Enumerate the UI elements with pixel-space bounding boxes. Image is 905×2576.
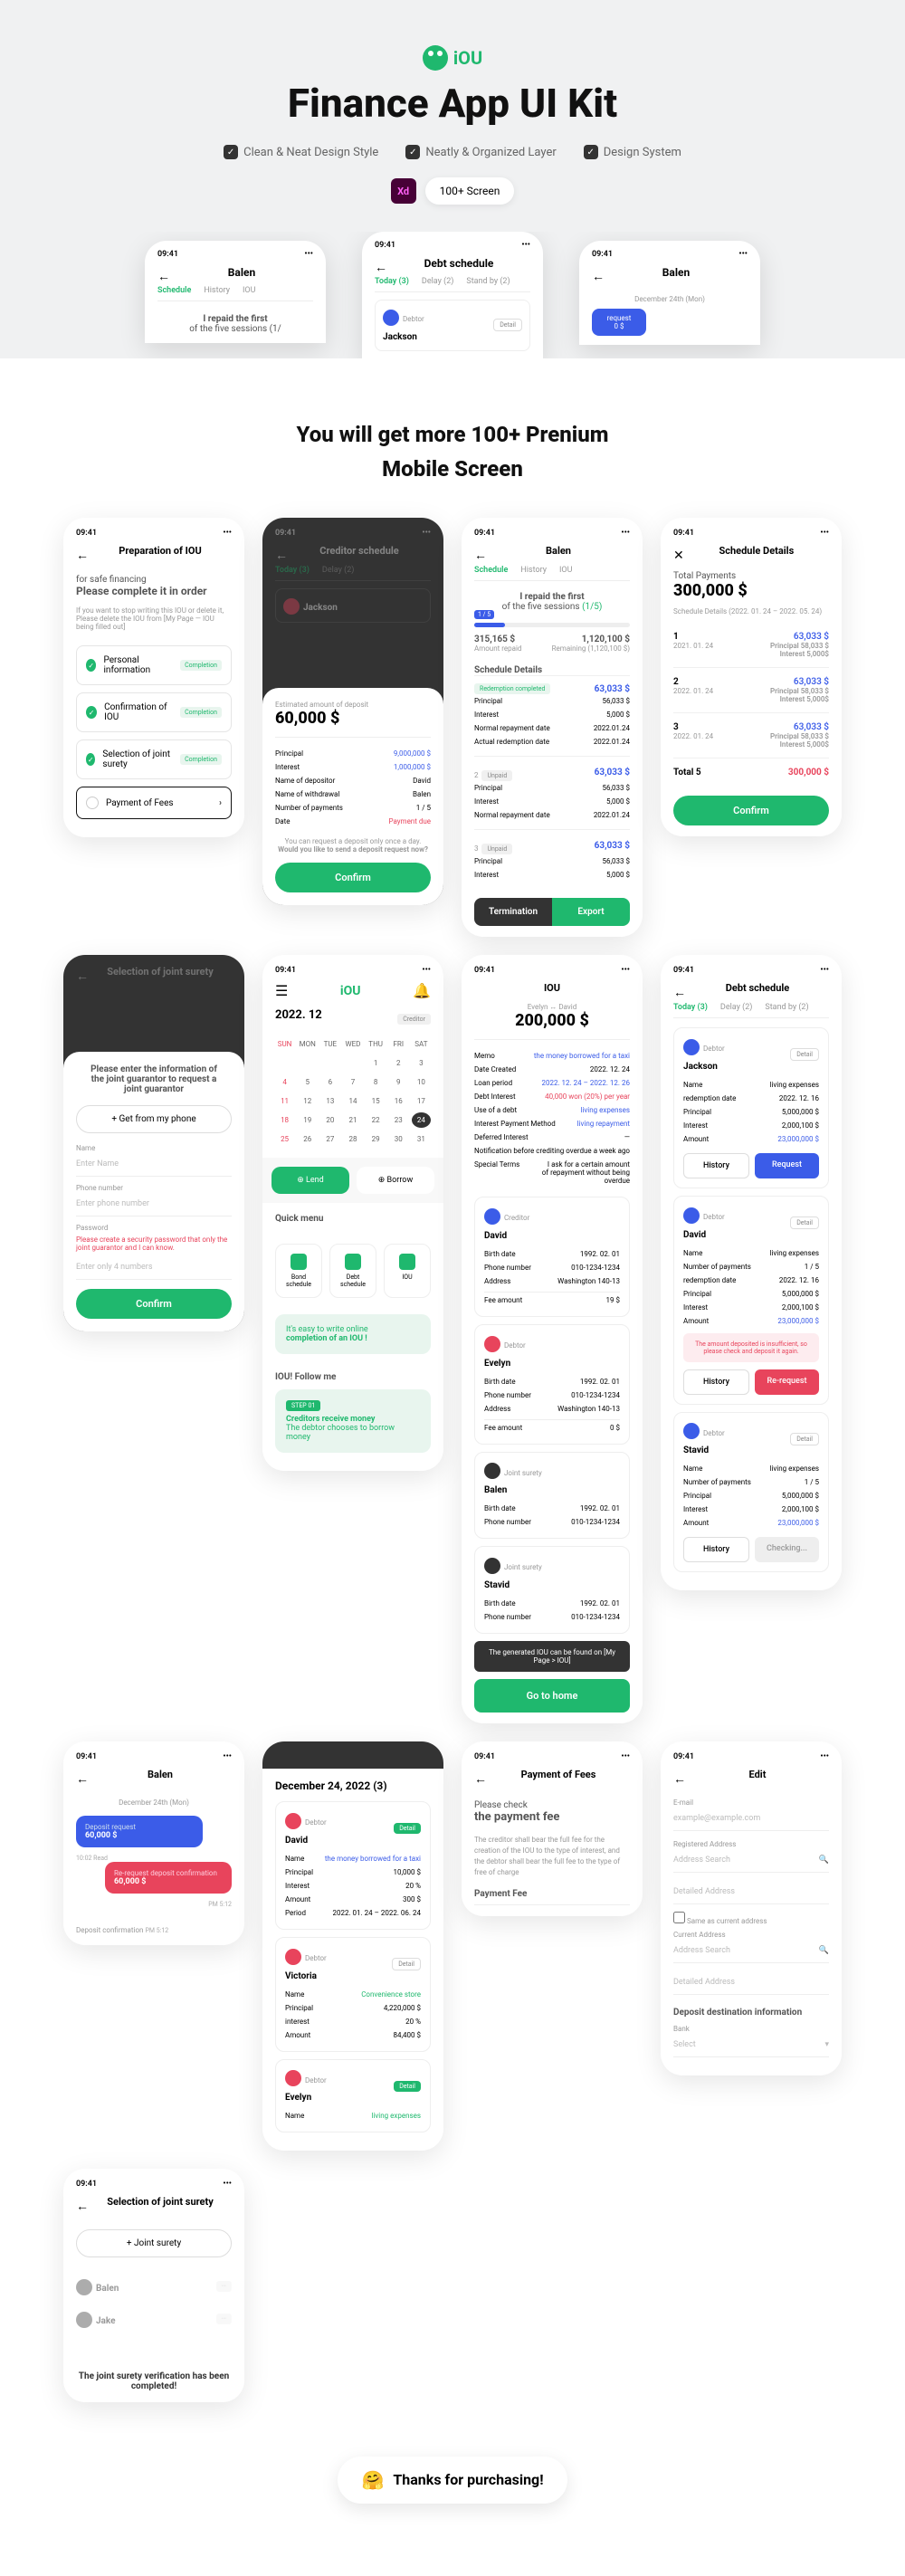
lend-button[interactable]: ⊕ Lend <box>272 1167 349 1194</box>
step-payment[interactable]: Payment of Fees› <box>76 787 232 819</box>
request-button[interactable]: Request <box>755 1153 819 1178</box>
history-button[interactable]: History <box>683 1153 749 1178</box>
screen-edit: 09:41••• ←Edit E-mail example@example.co… <box>661 1741 842 2075</box>
search-icon: 🔍 <box>819 1856 829 1865</box>
hero-phone-center: 09:41••• ←Debt schedule Today (3)Delay (… <box>362 232 543 358</box>
menu-icon[interactable]: ☰ <box>275 982 288 999</box>
banner-completion[interactable]: It's easy to write onlinecompletion of a… <box>275 1314 431 1354</box>
go-home-button[interactable]: Go to home <box>474 1679 630 1713</box>
quick-bond[interactable]: Bond schedule <box>275 1244 322 1298</box>
screen-joint-surety-input: ←Selection of joint surety Please enter … <box>63 955 244 1331</box>
chevron-down-icon: ▾ <box>824 2040 829 2049</box>
subheading-2: Mobile Screen <box>0 456 905 482</box>
screen-balen-schedule: 09:41••• ←Balen ScheduleHistoryIOU I rep… <box>462 518 643 937</box>
screen-iou: 09:41••• IOU Evelyn ↔ David 200,000 $ Me… <box>462 955 643 1723</box>
chat-bubble-right: Re-request deposit confirmation 60,000 $ <box>105 1862 232 1894</box>
screen-count-pill: 100+ Screen <box>425 177 515 205</box>
add-surety-button[interactable]: + Joint surety <box>76 2229 232 2257</box>
detailed-address-input[interactable]: Detailed Address <box>673 1880 829 1904</box>
step-surety[interactable]: ✓Selection of joint suretyCompletion <box>76 739 232 779</box>
logo-mark-icon <box>423 45 448 71</box>
xd-icon: Xd <box>391 178 416 204</box>
checking-button: Checking... <box>755 1537 819 1562</box>
thanks-badge: 🤗 Thanks for purchasing! <box>338 2457 567 2504</box>
confirm-button[interactable]: Confirm <box>76 1289 232 1319</box>
current-address-input[interactable]: Address Search🔍 <box>673 1939 829 1963</box>
same-address-checkbox[interactable] <box>673 1912 685 1923</box>
step-personal[interactable]: ✓Personal informationCompletion <box>76 645 232 685</box>
get-from-phone-button[interactable]: + Get from my phone <box>76 1105 232 1133</box>
screen-chat: 09:41••• ←Balen December 24th (Mon) Depo… <box>63 1741 244 1945</box>
subheading-1: You will get more 100+ Prenium <box>0 422 905 447</box>
borrow-button[interactable]: ⊕ Borrow <box>357 1167 434 1194</box>
back-icon[interactable]: ← <box>76 548 89 563</box>
toast: The generated IOU can be found on [My Pa… <box>474 1641 630 1672</box>
screen-calendar: 09:41••• ☰iOU🔔 2022. 12Creditor SUNMONTU… <box>262 955 443 1471</box>
feature-1: ✓Clean & Neat Design Style <box>224 145 378 159</box>
screen-joint-surety-list: 09:41••• ←Selection of joint surety + Jo… <box>63 2169 244 2402</box>
confirm-button[interactable]: Confirm <box>275 863 431 892</box>
name-input[interactable]: Enter Name <box>76 1152 232 1177</box>
screen-debt-schedule: 09:41••• ←Debt schedule Today (3)Delay (… <box>661 955 842 1590</box>
feature-3: ✓Design System <box>584 145 681 159</box>
screen-date-list: December 24, 2022 (3) DebtorDavidDetail … <box>262 1741 443 2151</box>
hero-phone-left: 09:41••• ←Balen ScheduleHistoryIOU I rep… <box>145 241 326 343</box>
hero-phone-right: 09:41••• ←Balen December 24th (Mon) requ… <box>579 241 760 345</box>
screen-payment-fees: 09:41••• ←Payment of Fees Please check t… <box>462 1741 643 1916</box>
quick-debt[interactable]: Debt schedule <box>329 1244 376 1298</box>
feature-2: ✓Neatly & Organized Layer <box>405 145 556 159</box>
bank-select[interactable]: Select▾ <box>673 2033 829 2057</box>
step-confirmation[interactable]: ✓Confirmation of IOUCompletion <box>76 692 232 732</box>
screen-schedule-details: 09:41••• ✕Schedule Details Total Payment… <box>661 518 842 836</box>
hugging-face-icon: 🤗 <box>361 2469 384 2491</box>
deposit-amount: 60,000 $ <box>275 709 431 728</box>
email-input[interactable]: example@example.com <box>673 1807 829 1831</box>
logo: iOU <box>423 45 482 71</box>
chat-bubble-left: Deposit request 60,000 $ <box>76 1816 203 1847</box>
hero-title: Finance App UI Kit <box>0 80 905 127</box>
dual-button[interactable]: Termination Export <box>474 898 630 926</box>
quick-iou[interactable]: IOU <box>384 1244 431 1298</box>
bell-icon[interactable]: 🔔 <box>413 982 431 999</box>
logo-text: iOU <box>453 47 482 69</box>
address-search-input[interactable]: Address Search🔍 <box>673 1848 829 1873</box>
password-input[interactable]: Enter only 4 numbers <box>76 1255 232 1280</box>
phone-input[interactable]: Enter phone number <box>76 1192 232 1216</box>
re-request-button[interactable]: Re-request <box>755 1369 819 1395</box>
close-icon[interactable]: ✕ <box>673 549 684 563</box>
confirm-button[interactable]: Confirm <box>673 796 829 825</box>
screen-creditor-modal: 09:41••• ←Creditor schedule Today (3)Del… <box>262 518 443 905</box>
screen-preparation: 09:41••• ←Preparation of IOU for safe fi… <box>63 518 244 837</box>
